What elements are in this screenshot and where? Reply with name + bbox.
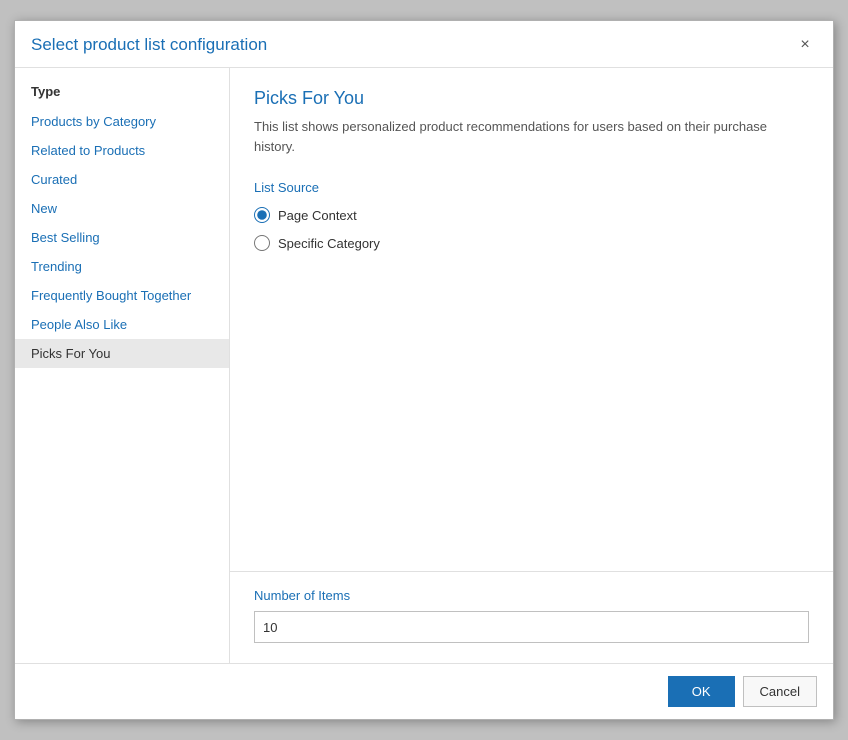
content-area: Picks For You This list shows personaliz… xyxy=(230,68,833,571)
sidebar-item-people-also-like[interactable]: People Also Like xyxy=(15,310,229,339)
content-description: This list shows personalized product rec… xyxy=(254,117,809,156)
close-button[interactable]: × xyxy=(793,33,817,57)
radio-specific-category-input[interactable] xyxy=(254,235,270,251)
radio-page-context-label: Page Context xyxy=(278,208,357,223)
sidebar: Type Products by Category Related to Pro… xyxy=(15,68,230,663)
sidebar-item-trending[interactable]: Trending xyxy=(15,252,229,281)
radio-specific-category[interactable]: Specific Category xyxy=(254,235,809,251)
number-of-items-input[interactable] xyxy=(254,611,809,643)
sidebar-item-products-by-category[interactable]: Products by Category xyxy=(15,107,229,136)
sidebar-item-picks-for-you[interactable]: Picks For You xyxy=(15,339,229,368)
cancel-button[interactable]: Cancel xyxy=(743,676,817,707)
sidebar-item-related-to-products[interactable]: Related to Products xyxy=(15,136,229,165)
sidebar-item-best-selling[interactable]: Best Selling xyxy=(15,223,229,252)
sidebar-item-new[interactable]: New xyxy=(15,194,229,223)
radio-page-context[interactable]: Page Context xyxy=(254,207,809,223)
dialog-title: Select product list configuration xyxy=(31,35,267,55)
radio-group: Page Context Specific Category xyxy=(254,207,809,251)
sidebar-header: Type xyxy=(15,76,229,107)
ok-button[interactable]: OK xyxy=(668,676,735,707)
content-title: Picks For You xyxy=(254,88,809,109)
number-of-items-label: Number of Items xyxy=(254,588,809,603)
sidebar-item-frequently-bought-together[interactable]: Frequently Bought Together xyxy=(15,281,229,310)
main-content: Picks For You This list shows personaliz… xyxy=(230,68,833,663)
list-source-label: List Source xyxy=(254,180,809,195)
bottom-section: Number of Items xyxy=(230,571,833,663)
dialog: Select product list configuration × Type… xyxy=(14,20,834,720)
radio-page-context-input[interactable] xyxy=(254,207,270,223)
dialog-footer: OK Cancel xyxy=(15,663,833,719)
dialog-titlebar: Select product list configuration × xyxy=(15,21,833,68)
dialog-body: Type Products by Category Related to Pro… xyxy=(15,68,833,663)
sidebar-item-curated[interactable]: Curated xyxy=(15,165,229,194)
radio-specific-category-label: Specific Category xyxy=(278,236,380,251)
